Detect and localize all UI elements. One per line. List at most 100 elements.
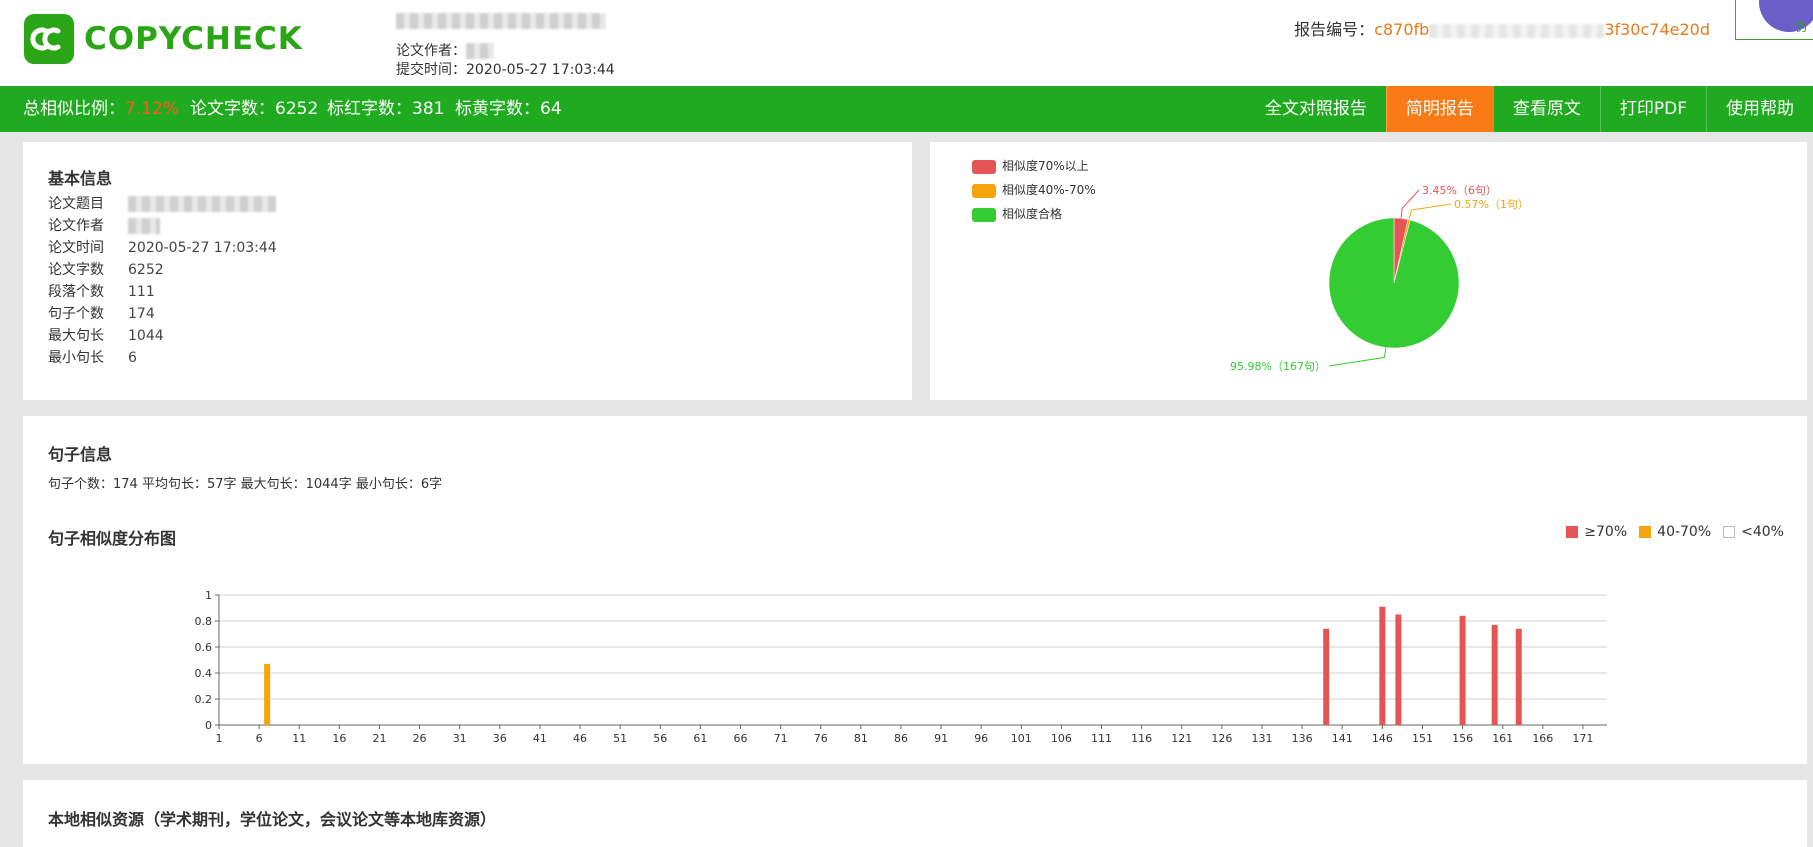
- info-row-sentences: 句子个数 174: [48, 303, 155, 325]
- x-tick-label: 21: [372, 732, 386, 745]
- y-tick-label: 0.6: [195, 641, 213, 654]
- x-tick-label: 106: [1051, 732, 1072, 745]
- x-tick-label: 76: [814, 732, 828, 745]
- x-tick-label: 111: [1091, 732, 1112, 745]
- local-resources-panel: 本地相似资源（学术期刊，学位论文，会议论文等本地库资源）: [23, 780, 1807, 847]
- x-tick-label: 41: [533, 732, 547, 745]
- pie-leader-line: [1328, 347, 1387, 367]
- x-tick-label: 171: [1572, 732, 1593, 745]
- info-value: 6: [128, 350, 137, 366]
- x-tick-label: 26: [413, 732, 427, 745]
- sentence-bar: [264, 663, 271, 725]
- nav-brief-report[interactable]: 简明报告: [1385, 86, 1493, 132]
- pie-slice-label: 95.98%（167句）: [1230, 360, 1326, 373]
- similarity-label: 总相似比例：: [23, 99, 125, 119]
- x-tick-label: 56: [653, 732, 667, 745]
- nav-full-report[interactable]: 全文对照报告: [1246, 86, 1386, 132]
- x-tick-label: 1: [216, 732, 223, 745]
- report-number-end: 3f30c74e20d: [1604, 20, 1710, 39]
- info-row-title: 论文题目: [48, 193, 276, 215]
- yellow-count-label: 标黄字数：: [455, 99, 540, 119]
- y-tick-label: 0.8: [195, 615, 213, 628]
- report-number-start: c870fb: [1374, 20, 1430, 39]
- info-row-max-length: 最大句长 1044: [48, 325, 164, 347]
- nav-print-pdf[interactable]: 打印PDF: [1599, 86, 1706, 132]
- submit-time-value: 2020-05-27 17:03:44: [466, 62, 615, 78]
- report-header: COPYCHECK 论文作者： 提交时间：2020-05-27 17:03:44…: [0, 0, 1813, 86]
- info-row-paragraphs: 段落个数 111: [48, 281, 155, 303]
- submit-label: 提交时间：: [396, 62, 466, 78]
- x-tick-label: 31: [453, 732, 467, 745]
- x-tick-label: 91: [934, 732, 948, 745]
- info-value: 2020-05-27 17:03:44: [128, 240, 277, 256]
- info-value: 174: [128, 306, 155, 322]
- x-tick-label: 101: [1011, 732, 1032, 745]
- x-tick-label: 71: [774, 732, 788, 745]
- y-tick-label: 1: [205, 589, 212, 602]
- report-number-label: 报告编号：: [1294, 20, 1375, 39]
- sentence-bar: [1515, 628, 1522, 725]
- total-similarity: 总相似比例：7.12%: [23, 86, 179, 132]
- report-number: 报告编号：c870fb 3f30c74e20d: [1294, 16, 1710, 40]
- x-tick-label: 66: [734, 732, 748, 745]
- x-tick-label: 51: [613, 732, 627, 745]
- red-count-label: 标红字数：: [327, 99, 412, 119]
- x-tick-label: 126: [1211, 732, 1232, 745]
- x-tick-label: 131: [1252, 732, 1273, 745]
- info-key: 段落个数: [48, 284, 104, 300]
- yellow-count: 标黄字数：64: [455, 86, 562, 132]
- x-tick-label: 156: [1452, 732, 1473, 745]
- sentence-bar: [1459, 615, 1466, 725]
- x-tick-label: 6: [256, 732, 263, 745]
- red-count: 标红字数：381: [327, 86, 444, 132]
- y-tick-label: 0.4: [195, 667, 213, 680]
- submit-time: 提交时间：2020-05-27 17:03:44: [396, 61, 615, 79]
- x-tick-label: 11: [292, 732, 306, 745]
- pie-slice-label: 0.57%（1句）: [1454, 198, 1529, 211]
- info-row-min-length: 最小句长 6: [48, 347, 137, 369]
- info-value: 1044: [128, 328, 164, 344]
- logo-wordmark: COPYCHECK: [84, 21, 303, 57]
- sentence-bar: [1395, 614, 1402, 725]
- info-row-time: 论文时间 2020-05-27 17:03:44: [48, 237, 277, 259]
- report-nav: 全文对照报告 简明报告 查看原文 打印PDF 使用帮助: [1246, 86, 1813, 132]
- pie-leader-line: [1408, 203, 1452, 220]
- nav-help[interactable]: 使用帮助: [1706, 86, 1813, 132]
- stats-bar: 总相似比例：7.12% 论文字数：6252 标红字数：381 标黄字数：64 全…: [0, 86, 1813, 132]
- x-tick-label: 146: [1372, 732, 1393, 745]
- x-tick-label: 86: [894, 732, 908, 745]
- info-key: 论文时间: [48, 240, 104, 256]
- red-count-value: 381: [412, 99, 445, 119]
- word-count-label: 论文字数：: [190, 99, 275, 119]
- x-tick-label: 46: [573, 732, 587, 745]
- x-tick-label: 16: [332, 732, 346, 745]
- pie-chart: 3.45%（6句）0.57%（1句） 95.98%（167句）: [1230, 184, 1529, 373]
- sentence-bar: [1379, 606, 1386, 725]
- x-tick-label: 151: [1412, 732, 1433, 745]
- info-key: 论文作者: [48, 218, 104, 234]
- author-label: 论文作者：: [396, 43, 466, 59]
- anti-fake-badge[interactable]: 伪: [1735, 0, 1813, 40]
- word-count-value: 6252: [275, 99, 319, 119]
- basic-info-panel: 基本信息 论文题目 论文作者 论文时间 2020-05-27 17:03:44 论…: [23, 142, 912, 400]
- info-key: 最大句长: [48, 328, 104, 344]
- similarity-value: 7.12%: [125, 99, 180, 119]
- info-value: 6252: [128, 262, 164, 278]
- x-tick-label: 141: [1332, 732, 1353, 745]
- x-tick-label: 61: [693, 732, 707, 745]
- nav-view-original[interactable]: 查看原文: [1492, 86, 1600, 132]
- local-resources-title: 本地相似资源（学术期刊，学位论文，会议论文等本地库资源）: [48, 810, 497, 829]
- y-tick-label: 0: [205, 719, 212, 732]
- x-tick-label: 166: [1532, 732, 1553, 745]
- x-tick-label: 36: [493, 732, 507, 745]
- sentence-distribution-chart: 00.20.40.60.811 6 11 16 21 26 31 36 41 46 51 56 61 66…: [195, 589, 1607, 745]
- pie-slice-label: 3.45%（6句）: [1422, 184, 1497, 197]
- x-tick-label: 116: [1131, 732, 1152, 745]
- similarity-pie-panel: 相似度70%以上 相似度40%-70% 相似度合格 3.45%（6句） 0.57%…: [930, 142, 1807, 400]
- paper-title-blurred: [396, 12, 606, 30]
- info-key: 论文字数: [48, 262, 104, 278]
- info-key: 句子个数: [48, 306, 104, 322]
- sentence-bar: [1491, 624, 1498, 725]
- x-tick-label: 161: [1492, 732, 1513, 745]
- x-tick-label: 121: [1171, 732, 1192, 745]
